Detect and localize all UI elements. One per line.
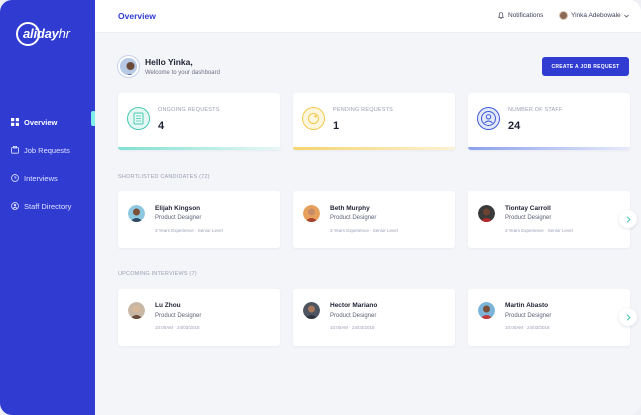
stat-label: NUMBER OF STAFF	[508, 107, 563, 113]
user-menu[interactable]: Yinka Adebowale	[559, 11, 629, 20]
candidate-role: Product Designer	[505, 215, 552, 221]
dashboard-app: alidayhr Overview Job Requests Interview…	[0, 0, 641, 415]
chevron-right-icon	[626, 313, 631, 321]
interviewee-name: Martin Abasto	[505, 302, 549, 309]
stat-label: ONGOING REQUESTS	[158, 107, 220, 113]
interview-time: 10:00AM · 24/03/2018	[505, 325, 550, 330]
notifications-label: Notifications	[508, 12, 544, 19]
logo-text: alidayhr	[23, 26, 70, 41]
stat-card-staff[interactable]: NUMBER OF STAFF 24	[468, 93, 630, 150]
page-title: Overview	[118, 11, 156, 21]
chevron-right-icon	[626, 215, 631, 223]
list-icon	[127, 107, 150, 130]
stat-card-ongoing[interactable]: ONGOING REQUESTS 4	[118, 93, 280, 150]
interview-card[interactable]: Hector Mariano Product Designer 10:00AM …	[293, 289, 455, 346]
briefcase-icon	[11, 146, 19, 154]
next-candidates-button[interactable]	[619, 210, 637, 228]
next-interviews-button[interactable]	[619, 308, 637, 326]
interview-card[interactable]: Lu Zhou Product Designer 10:00AM · 24/03…	[118, 289, 280, 346]
active-indicator	[91, 111, 95, 126]
sidebar-item-label: Job Requests	[24, 145, 70, 155]
stat-value: 24	[508, 120, 521, 132]
stat-accent-bar	[118, 147, 280, 150]
sidebar-item-interviews[interactable]: Interviews	[0, 164, 95, 192]
candidate-meta: 3 Years Experience · Senior Level	[330, 228, 398, 233]
interview-time: 10:00AM · 24/03/2018	[330, 325, 375, 330]
avatar	[118, 56, 139, 77]
notifications-button[interactable]: Notifications	[498, 12, 543, 19]
candidate-card[interactable]: Tiontay Carroll Product Designer 3 Years…	[468, 191, 630, 248]
stat-value: 4	[158, 120, 165, 132]
avatar	[128, 302, 145, 319]
candidate-meta: 3 Years Experience · Senior Level	[155, 228, 223, 233]
sidebar-item-job-requests[interactable]: Job Requests	[0, 136, 95, 164]
interviewee-role: Product Designer	[155, 313, 202, 319]
user-photo	[120, 58, 137, 75]
avatar	[478, 205, 495, 222]
interview-card[interactable]: Martin Abasto Product Designer 10:00AM ·…	[468, 289, 630, 346]
stat-accent-bar	[293, 147, 455, 150]
avatar	[303, 302, 320, 319]
interviewee-role: Product Designer	[330, 313, 377, 319]
stat-value: 1	[333, 120, 340, 132]
avatar	[559, 11, 568, 20]
sidebar-item-overview[interactable]: Overview	[0, 108, 95, 136]
interviewee-name: Hector Mariano	[330, 302, 378, 309]
candidate-role: Product Designer	[330, 215, 377, 221]
bell-icon	[498, 12, 504, 19]
hourglass-icon	[302, 107, 325, 130]
greeting-title: Hello Yinka,	[145, 57, 193, 67]
top-header: Overview Notifications Yinka Adebowale	[95, 0, 641, 33]
greeting-subtitle: Welcome to your dashboard	[145, 70, 220, 76]
sidebar-item-label: Interviews	[24, 173, 58, 183]
sidebar-nav: Overview Job Requests Interviews Staff D…	[0, 108, 95, 220]
shortlisted-section-title: SHORTLISTED CANDIDATES (72)	[118, 174, 210, 180]
avatar	[478, 302, 495, 319]
avatar	[303, 205, 320, 222]
user-circle-icon	[11, 202, 19, 210]
sidebar-item-label: Overview	[24, 117, 58, 127]
sidebar-item-label: Staff Directory	[24, 201, 72, 211]
candidate-name: Tiontay Carroll	[505, 205, 551, 212]
user-name: Yinka Adebowale	[571, 12, 621, 19]
stat-accent-bar	[468, 147, 630, 150]
sidebar: alidayhr Overview Job Requests Interview…	[0, 0, 95, 415]
sidebar-item-staff-directory[interactable]: Staff Directory	[0, 192, 95, 220]
chevron-down-icon	[623, 14, 629, 18]
candidate-card[interactable]: Beth Murphy Product Designer 3 Years Exp…	[293, 191, 455, 248]
stat-card-pending[interactable]: PENDING REQUESTS 1	[293, 93, 455, 150]
avatar	[128, 205, 145, 222]
candidate-meta: 3 Years Experience · Senior Level	[505, 228, 573, 233]
clock-icon	[11, 174, 19, 182]
interviewee-name: Lu Zhou	[155, 302, 181, 309]
app-logo[interactable]: alidayhr	[16, 22, 82, 48]
candidate-name: Beth Murphy	[330, 205, 370, 212]
interviewee-role: Product Designer	[505, 313, 552, 319]
interviews-section-title: UPCOMING INTERVIEWS (7)	[118, 271, 197, 277]
stat-label: PENDING REQUESTS	[333, 107, 394, 113]
grid-icon	[11, 118, 19, 126]
candidate-role: Product Designer	[155, 215, 202, 221]
candidate-name: Elijah Kingson	[155, 205, 201, 212]
create-job-request-button[interactable]: CREATE A JOB REQUEST	[542, 57, 629, 76]
interview-time: 10:00AM · 24/03/2018	[155, 325, 200, 330]
user-icon	[477, 107, 500, 130]
candidate-card[interactable]: Elijah Kingson Product Designer 3 Years …	[118, 191, 280, 248]
